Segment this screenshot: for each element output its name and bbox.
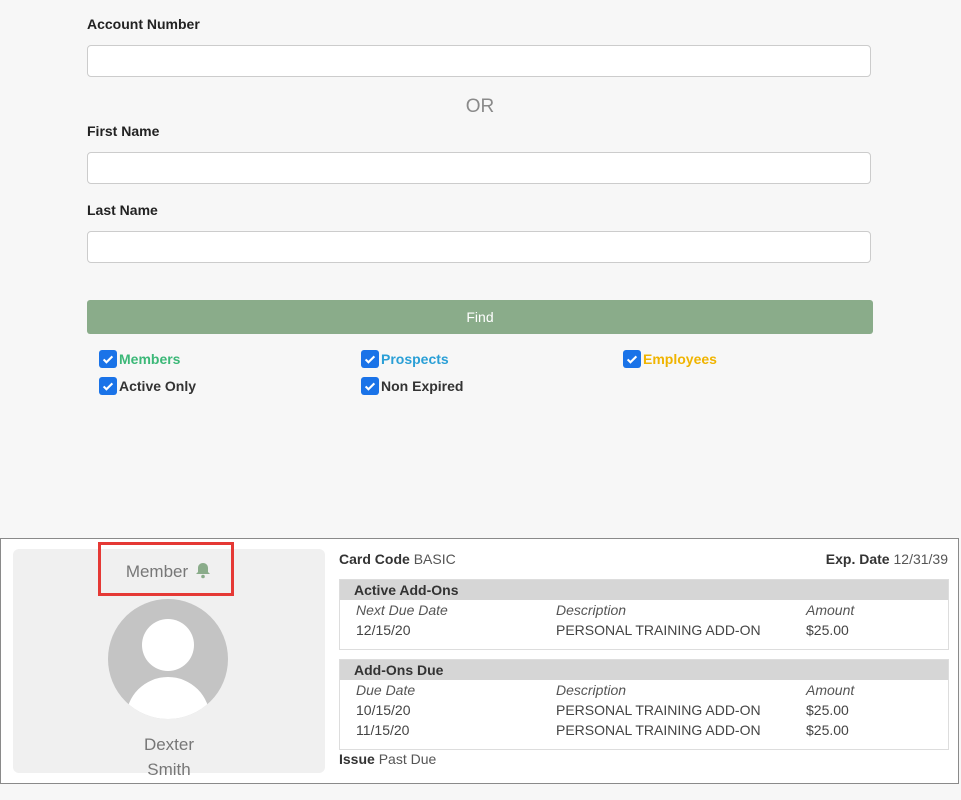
checkbox-checked-icon[interactable]	[99, 377, 117, 395]
card-code-label: Card Code	[339, 551, 410, 567]
active-addons-panel: Active Add-Ons Next Due Date Description…	[339, 579, 949, 650]
column-header: Description	[556, 682, 627, 698]
table-cell: PERSONAL TRAINING ADD-ON	[556, 622, 761, 638]
issue-value: Past Due	[378, 751, 437, 767]
table-row: 12/15/20 PERSONAL TRAINING ADD-ON $25.00	[340, 620, 948, 640]
filter-prospects-label: Prospects	[381, 351, 449, 367]
table-header-row: Next Due Date Description Amount	[340, 600, 948, 620]
table-cell: PERSONAL TRAINING ADD-ON	[556, 722, 761, 738]
filter-employees-label: Employees	[643, 351, 717, 367]
find-button[interactable]: Find	[87, 300, 873, 334]
avatar-head	[142, 619, 194, 671]
checkbox-checked-icon[interactable]	[99, 350, 117, 368]
member-last-name: Smith	[147, 760, 191, 779]
addons-due-panel: Add-Ons Due Due Date Description Amount …	[339, 659, 949, 750]
filter-active-only[interactable]: Active Only	[99, 377, 196, 395]
table-cell: 12/15/20	[356, 622, 411, 638]
column-header: Next Due Date	[356, 602, 448, 618]
filter-members[interactable]: Members	[99, 350, 180, 368]
issue-label: Issue	[339, 751, 375, 767]
table-cell: $25.00	[806, 622, 849, 638]
account-number-input[interactable]	[87, 45, 871, 77]
column-header: Amount	[806, 602, 855, 618]
highlight-box	[98, 542, 234, 596]
table-cell: PERSONAL TRAINING ADD-ON	[556, 702, 761, 718]
checkbox-checked-icon[interactable]	[361, 377, 379, 395]
table-row: 11/15/20 PERSONAL TRAINING ADD-ON $25.00	[340, 720, 948, 740]
member-summary: Member Dexter Smith	[13, 542, 325, 779]
checkbox-checked-icon[interactable]	[361, 350, 379, 368]
member-result-card[interactable]: Member Dexter Smith Card Code BASIC Exp.…	[0, 538, 959, 784]
filter-members-label: Members	[119, 351, 181, 367]
addons-due-title: Add-Ons Due	[340, 660, 948, 680]
exp-date-label: Exp. Date	[825, 551, 890, 567]
column-header: Due Date	[356, 682, 416, 698]
avatar-body	[126, 677, 210, 719]
table-row: 10/15/20 PERSONAL TRAINING ADD-ON $25.00	[340, 700, 948, 720]
table-header-row: Due Date Description Amount	[340, 680, 948, 700]
first-name-input[interactable]	[87, 152, 871, 184]
filter-employees[interactable]: Employees	[623, 350, 717, 368]
table-cell: 10/15/20	[356, 702, 411, 718]
account-number-label: Account Number	[87, 16, 200, 32]
exp-date-value: 12/31/39	[893, 551, 949, 567]
table-cell: $25.00	[806, 702, 849, 718]
exp-date: Exp. Date 12/31/39	[826, 551, 948, 567]
table-cell: 11/15/20	[356, 722, 410, 738]
first-name-label: First Name	[87, 123, 160, 139]
issue: Issue Past Due	[339, 751, 436, 767]
filter-active-only-label: Active Only	[119, 378, 197, 394]
or-divider: OR	[465, 96, 495, 117]
member-first-name: Dexter	[143, 735, 195, 754]
filter-non-expired-label: Non Expired	[381, 378, 464, 394]
active-addons-title: Active Add-Ons	[340, 580, 948, 600]
card-code-value: BASIC	[413, 551, 456, 567]
avatar	[108, 599, 228, 719]
filter-non-expired[interactable]: Non Expired	[361, 377, 463, 395]
filter-prospects[interactable]: Prospects	[361, 350, 449, 368]
column-header: Description	[556, 602, 627, 618]
checkbox-checked-icon[interactable]	[623, 350, 641, 368]
last-name-input[interactable]	[87, 231, 871, 263]
last-name-label: Last Name	[87, 202, 158, 218]
card-code: Card Code BASIC	[339, 551, 456, 567]
column-header: Amount	[806, 682, 855, 698]
table-cell: $25.00	[806, 722, 849, 738]
